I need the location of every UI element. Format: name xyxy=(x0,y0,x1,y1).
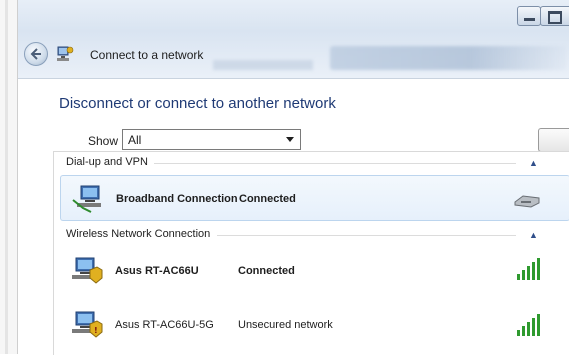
back-button[interactable] xyxy=(24,42,48,66)
back-arrow-icon xyxy=(30,48,41,60)
connection-status: Unsecured network xyxy=(238,319,333,331)
divider xyxy=(154,163,516,164)
group-header-dialup: Dial-up and VPN xyxy=(66,156,148,168)
maximize-button[interactable] xyxy=(540,6,569,26)
signal-strength-icon xyxy=(517,314,540,336)
blurred-background xyxy=(213,60,313,70)
wireless-secured-icon xyxy=(72,257,103,284)
show-filter-value: All xyxy=(128,133,142,147)
title-bar xyxy=(18,0,569,79)
connection-status: Connected xyxy=(239,193,296,205)
svg-text:!: ! xyxy=(94,326,98,335)
window-frame xyxy=(0,0,18,354)
dialup-connection-icon xyxy=(72,185,101,213)
connection-name: Asus RT-AC66U-5G xyxy=(115,319,214,331)
list-item[interactable]: Broadband Connection Connected xyxy=(60,175,569,221)
show-filter-dropdown[interactable]: All xyxy=(122,129,301,150)
connection-name: Broadband Connection xyxy=(116,193,238,205)
show-label: Show xyxy=(88,134,119,148)
network-list: Dial-up and VPN ▲ Broadband Connection C… xyxy=(53,151,569,355)
list-item[interactable]: Asus RT-AC66U Connected xyxy=(60,248,569,294)
connection-status: Connected xyxy=(238,265,295,277)
wireless-unsecured-icon: ! xyxy=(72,311,103,338)
minimize-button[interactable] xyxy=(517,6,541,26)
collapse-icon[interactable]: ▲ xyxy=(529,158,538,168)
page-heading: Disconnect or connect to another network xyxy=(59,95,336,112)
refresh-button[interactable] xyxy=(538,128,569,152)
modem-icon xyxy=(514,195,540,208)
blurred-background xyxy=(330,46,566,70)
group-header-wireless: Wireless Network Connection xyxy=(66,228,211,240)
divider xyxy=(217,235,516,236)
list-item[interactable]: ! Asus RT-AC66U-5G Unsecured network xyxy=(60,300,569,346)
window-controls xyxy=(507,6,569,28)
window-title: Connect to a network xyxy=(90,48,204,62)
connection-name: Asus RT-AC66U xyxy=(115,265,199,277)
signal-strength-icon xyxy=(517,258,540,280)
network-icon xyxy=(57,46,74,61)
collapse-icon[interactable]: ▲ xyxy=(529,230,538,240)
chevron-down-icon xyxy=(286,137,294,142)
